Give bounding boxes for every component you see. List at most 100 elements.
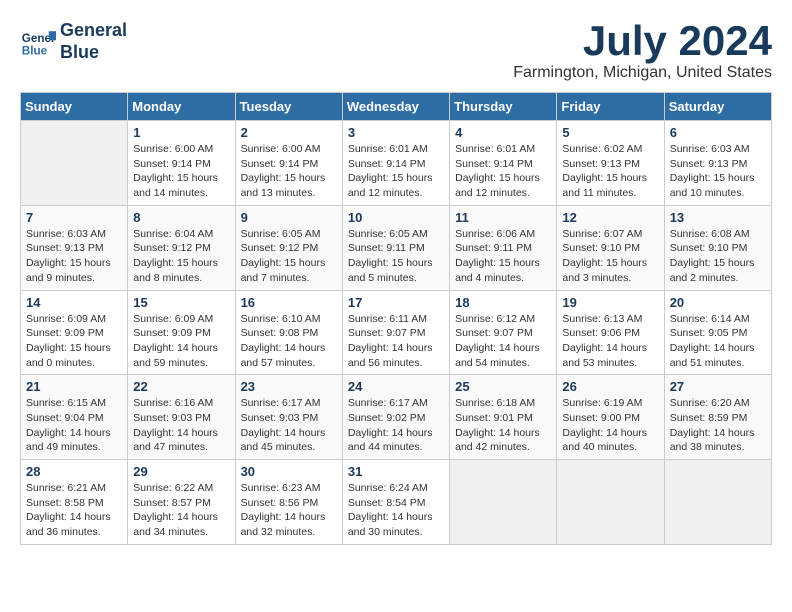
- title-section: July 2024 Farmington, Michigan, United S…: [513, 20, 772, 82]
- day-info: Sunrise: 6:09 AMSunset: 9:09 PMDaylight:…: [26, 312, 122, 371]
- day-info: Sunrise: 6:19 AMSunset: 9:00 PMDaylight:…: [562, 396, 658, 455]
- location: Farmington, Michigan, United States: [513, 64, 772, 82]
- calendar-cell: 15 Sunrise: 6:09 AMSunset: 9:09 PMDayligh…: [128, 290, 235, 375]
- day-number: 4: [455, 125, 551, 140]
- calendar-cell: 9Sunrise: 6:05 AMSunset: 9:12 PMDaylight…: [235, 205, 342, 290]
- header-day-thursday: Thursday: [450, 93, 557, 121]
- page-header: General Blue General Blue July 2024 Farm…: [20, 20, 772, 82]
- header-day-sunday: Sunday: [21, 93, 128, 121]
- calendar-cell: 31 Sunrise: 6:24 AMSunset: 8:54 PMDayligh…: [342, 460, 449, 545]
- day-info: Sunrise: 6:13 AMSunset: 9:06 PMDaylight:…: [562, 312, 658, 371]
- day-number: 28: [26, 464, 122, 479]
- calendar-cell: 27 Sunrise: 6:20 AMSunset: 8:59 PMDayligh…: [664, 375, 771, 460]
- day-number: 10: [348, 210, 444, 225]
- day-info: Sunrise: 6:22 AMSunset: 8:57 PMDaylight:…: [133, 481, 229, 540]
- calendar-cell: 6 Sunrise: 6:03 AMSunset: 9:13 PMDaylight…: [664, 121, 771, 206]
- day-info: Sunrise: 6:00 AMSunset: 9:14 PMDaylight:…: [241, 142, 337, 201]
- calendar-cell: 29 Sunrise: 6:22 AMSunset: 8:57 PMDayligh…: [128, 460, 235, 545]
- day-info: Sunrise: 6:05 AMSunset: 9:11 PMDaylight:…: [348, 227, 444, 286]
- header-day-friday: Friday: [557, 93, 664, 121]
- day-info: Sunrise: 6:00 AMSunset: 9:14 PMDaylight:…: [133, 142, 229, 201]
- day-number: 5: [562, 125, 658, 140]
- calendar-cell: 25Sunrise: 6:18 AMSunset: 9:01 PMDayligh…: [450, 375, 557, 460]
- logo: General Blue General Blue: [20, 20, 127, 63]
- header-day-monday: Monday: [128, 93, 235, 121]
- day-number: 13: [670, 210, 766, 225]
- day-number: 3: [348, 125, 444, 140]
- logo-text: General Blue: [60, 20, 127, 63]
- day-number: 8: [133, 210, 229, 225]
- calendar-cell: 22 Sunrise: 6:16 AMSunset: 9:03 PMDayligh…: [128, 375, 235, 460]
- calendar-cell: 4 Sunrise: 6:01 AMSunset: 9:14 PMDaylight…: [450, 121, 557, 206]
- day-info: Sunrise: 6:02 AMSunset: 9:13 PMDaylight:…: [562, 142, 658, 201]
- header-row: SundayMondayTuesdayWednesdayThursdayFrid…: [21, 93, 772, 121]
- day-number: 27: [670, 379, 766, 394]
- day-info: Sunrise: 6:12 AMSunset: 9:07 PMDaylight:…: [455, 312, 551, 371]
- calendar-cell: 7 Sunrise: 6:03 AMSunset: 9:13 PMDaylight…: [21, 205, 128, 290]
- calendar-cell: 16Sunrise: 6:10 AMSunset: 9:08 PMDayligh…: [235, 290, 342, 375]
- day-number: 14: [26, 295, 122, 310]
- day-info: Sunrise: 6:09 AMSunset: 9:09 PMDaylight:…: [133, 312, 229, 371]
- day-number: 30: [241, 464, 337, 479]
- day-info: Sunrise: 6:21 AMSunset: 8:58 PMDaylight:…: [26, 481, 122, 540]
- day-info: Sunrise: 6:16 AMSunset: 9:03 PMDaylight:…: [133, 396, 229, 455]
- calendar-cell: 13 Sunrise: 6:08 AMSunset: 9:10 PMDayligh…: [664, 205, 771, 290]
- calendar-cell: 30 Sunrise: 6:23 AMSunset: 8:56 PMDayligh…: [235, 460, 342, 545]
- calendar-cell: 5 Sunrise: 6:02 AMSunset: 9:13 PMDaylight…: [557, 121, 664, 206]
- day-info: Sunrise: 6:04 AMSunset: 9:12 PMDaylight:…: [133, 227, 229, 286]
- day-number: 18: [455, 295, 551, 310]
- calendar-cell: [557, 460, 664, 545]
- day-info: Sunrise: 6:24 AMSunset: 8:54 PMDaylight:…: [348, 481, 444, 540]
- calendar-cell: 8 Sunrise: 6:04 AMSunset: 9:12 PMDaylight…: [128, 205, 235, 290]
- day-number: 7: [26, 210, 122, 225]
- day-info: Sunrise: 6:01 AMSunset: 9:14 PMDaylight:…: [455, 142, 551, 201]
- day-info: Sunrise: 6:03 AMSunset: 9:13 PMDaylight:…: [26, 227, 122, 286]
- day-info: Sunrise: 6:23 AMSunset: 8:56 PMDaylight:…: [241, 481, 337, 540]
- calendar-cell: 18 Sunrise: 6:12 AMSunset: 9:07 PMDayligh…: [450, 290, 557, 375]
- calendar-cell: [664, 460, 771, 545]
- calendar-table: SundayMondayTuesdayWednesdayThursdayFrid…: [20, 92, 772, 545]
- week-row-5: 28 Sunrise: 6:21 AMSunset: 8:58 PMDayligh…: [21, 460, 772, 545]
- day-number: 23: [241, 379, 337, 394]
- day-number: 2: [241, 125, 337, 140]
- day-number: 22: [133, 379, 229, 394]
- day-number: 9: [241, 210, 337, 225]
- day-info: Sunrise: 6:20 AMSunset: 8:59 PMDaylight:…: [670, 396, 766, 455]
- day-info: Sunrise: 6:14 AMSunset: 9:05 PMDaylight:…: [670, 312, 766, 371]
- day-number: 12: [562, 210, 658, 225]
- logo-icon: General Blue: [20, 24, 56, 60]
- day-number: 11: [455, 210, 551, 225]
- logo-line1: General: [60, 20, 127, 40]
- month-title: July 2024: [513, 20, 772, 62]
- week-row-2: 7 Sunrise: 6:03 AMSunset: 9:13 PMDaylight…: [21, 205, 772, 290]
- day-number: 15: [133, 295, 229, 310]
- calendar-cell: 26Sunrise: 6:19 AMSunset: 9:00 PMDayligh…: [557, 375, 664, 460]
- day-number: 16: [241, 295, 337, 310]
- calendar-cell: 1 Sunrise: 6:00 AMSunset: 9:14 PMDaylight…: [128, 121, 235, 206]
- calendar-cell: 24Sunrise: 6:17 AMSunset: 9:02 PMDayligh…: [342, 375, 449, 460]
- logo-line2: Blue: [60, 42, 99, 62]
- header-day-tuesday: Tuesday: [235, 93, 342, 121]
- day-info: Sunrise: 6:08 AMSunset: 9:10 PMDaylight:…: [670, 227, 766, 286]
- day-number: 29: [133, 464, 229, 479]
- day-info: Sunrise: 6:03 AMSunset: 9:13 PMDaylight:…: [670, 142, 766, 201]
- day-number: 6: [670, 125, 766, 140]
- day-info: Sunrise: 6:11 AMSunset: 9:07 PMDaylight:…: [348, 312, 444, 371]
- day-number: 20: [670, 295, 766, 310]
- day-number: 24: [348, 379, 444, 394]
- calendar-cell: 3 Sunrise: 6:01 AMSunset: 9:14 PMDaylight…: [342, 121, 449, 206]
- week-row-1: 1 Sunrise: 6:00 AMSunset: 9:14 PMDaylight…: [21, 121, 772, 206]
- day-number: 31: [348, 464, 444, 479]
- calendar-cell: 11 Sunrise: 6:06 AMSunset: 9:11 PMDayligh…: [450, 205, 557, 290]
- day-info: Sunrise: 6:01 AMSunset: 9:14 PMDaylight:…: [348, 142, 444, 201]
- day-info: Sunrise: 6:17 AMSunset: 9:03 PMDaylight:…: [241, 396, 337, 455]
- header-day-wednesday: Wednesday: [342, 93, 449, 121]
- day-number: 21: [26, 379, 122, 394]
- day-number: 17: [348, 295, 444, 310]
- day-info: Sunrise: 6:06 AMSunset: 9:11 PMDaylight:…: [455, 227, 551, 286]
- calendar-cell: 28 Sunrise: 6:21 AMSunset: 8:58 PMDayligh…: [21, 460, 128, 545]
- calendar-cell: 17 Sunrise: 6:11 AMSunset: 9:07 PMDayligh…: [342, 290, 449, 375]
- week-row-3: 14 Sunrise: 6:09 AMSunset: 9:09 PMDayligh…: [21, 290, 772, 375]
- day-number: 1: [133, 125, 229, 140]
- calendar-cell: 2 Sunrise: 6:00 AMSunset: 9:14 PMDaylight…: [235, 121, 342, 206]
